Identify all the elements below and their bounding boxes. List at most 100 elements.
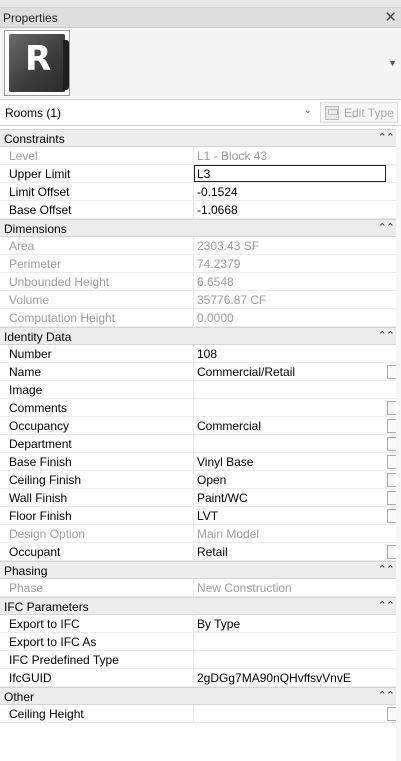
property-value: Open bbox=[197, 473, 227, 487]
close-icon[interactable]: ✕ bbox=[384, 9, 397, 27]
column-divider bbox=[193, 345, 194, 363]
property-label: IFC Predefined Type bbox=[9, 653, 119, 667]
column-divider bbox=[193, 525, 194, 543]
property-row-ceiling-finish[interactable]: Ceiling Finish Open bbox=[0, 471, 401, 489]
column-divider bbox=[193, 399, 194, 417]
property-label: Volume bbox=[9, 293, 50, 307]
property-value: Retail bbox=[197, 545, 228, 559]
property-value: New Construction bbox=[197, 581, 292, 595]
property-value: 0.0000 bbox=[197, 311, 234, 325]
type-selector-bar: Rooms (1) ⌄ Edit Type bbox=[0, 100, 401, 126]
logo-letter: R bbox=[25, 39, 52, 79]
collapse-icon[interactable]: ⌃⌃ bbox=[378, 563, 395, 576]
section-header-identity-data[interactable]: Identity Data ⌃⌃ bbox=[0, 327, 401, 345]
properties-grid: Constraints ⌃⌃ Level L1 - Block 43 Upper Lim… bbox=[0, 129, 401, 723]
family-thumbnail: R bbox=[4, 30, 70, 96]
property-value: Commercial/Retail bbox=[197, 365, 296, 379]
chevron-down-icon: ⌄ bbox=[303, 105, 312, 116]
property-value: 74.2379 bbox=[197, 257, 241, 271]
column-divider bbox=[193, 669, 194, 687]
property-label: Occupant bbox=[9, 545, 61, 559]
property-row-number[interactable]: Number 108 bbox=[0, 345, 401, 363]
edit-type-icon bbox=[325, 106, 339, 120]
section-title: Identity Data bbox=[4, 330, 72, 344]
property-row-limit-offset[interactable]: Limit Offset -0.1524 bbox=[0, 183, 401, 201]
property-row-unbounded-height: Unbounded Height 6.6548 bbox=[0, 273, 401, 291]
property-value: L1 - Block 43 bbox=[197, 149, 268, 163]
type-dropdown-arrow-icon[interactable]: ▼ bbox=[388, 58, 397, 68]
property-label: Wall Finish bbox=[9, 491, 68, 505]
properties-titlebar: Properties ✕ bbox=[0, 8, 401, 28]
collapse-icon[interactable]: ⌃⌃ bbox=[378, 689, 395, 702]
property-row-floor-finish[interactable]: Floor Finish LVT bbox=[0, 507, 401, 525]
property-row-name[interactable]: Name Commercial/Retail bbox=[0, 363, 401, 381]
column-divider bbox=[193, 435, 194, 453]
property-label: Ceiling Finish bbox=[9, 473, 82, 487]
property-label: Area bbox=[9, 239, 35, 253]
column-divider bbox=[193, 651, 194, 669]
collapse-icon[interactable]: ⌃⌃ bbox=[378, 131, 395, 144]
property-value: -0.1524 bbox=[197, 185, 238, 199]
column-divider bbox=[193, 705, 194, 723]
column-divider bbox=[193, 147, 194, 165]
window-title: Properties bbox=[3, 11, 58, 25]
column-divider bbox=[193, 291, 194, 309]
property-label: Limit Offset bbox=[9, 185, 70, 199]
properties-scrollbar[interactable] bbox=[396, 129, 401, 761]
section-header-constraints[interactable]: Constraints ⌃⌃ bbox=[0, 129, 401, 147]
column-divider bbox=[193, 453, 194, 471]
property-row-ifc-predefined-type[interactable]: IFC Predefined Type bbox=[0, 651, 401, 669]
property-row-comments[interactable]: Comments bbox=[0, 399, 401, 417]
column-divider bbox=[193, 273, 194, 291]
property-label: Upper Limit bbox=[9, 167, 71, 181]
property-label: Base Finish bbox=[9, 455, 72, 469]
property-label: Department bbox=[9, 437, 72, 451]
section-header-other[interactable]: Other ⌃⌃ bbox=[0, 687, 401, 705]
property-label: Comments bbox=[9, 401, 68, 415]
property-row-image[interactable]: Image bbox=[0, 381, 401, 399]
property-row-design-option: Design Option Main Model bbox=[0, 525, 401, 543]
property-row-base-finish[interactable]: Base Finish Vinyl Base bbox=[0, 453, 401, 471]
property-row-department[interactable]: Department bbox=[0, 435, 401, 453]
property-row-occupant[interactable]: Occupant Retail bbox=[0, 543, 401, 561]
collapse-icon[interactable]: ⌃⌃ bbox=[378, 329, 395, 342]
collapse-icon[interactable]: ⌃⌃ bbox=[378, 221, 395, 234]
property-label: Name bbox=[9, 365, 42, 379]
type-preview-area: R ▼ bbox=[0, 28, 401, 100]
section-header-ifc-parameters[interactable]: IFC Parameters ⌃⌃ bbox=[0, 597, 401, 615]
property-row-occupancy[interactable]: Occupancy Commercial bbox=[0, 417, 401, 435]
property-row-ceiling-height[interactable]: Ceiling Height bbox=[0, 705, 401, 723]
property-value: 108 bbox=[197, 347, 218, 361]
section-header-dimensions[interactable]: Dimensions ⌃⌃ bbox=[0, 219, 401, 237]
property-value-editor[interactable]: L3 bbox=[194, 165, 386, 182]
property-value: 35776.87 CF bbox=[197, 293, 267, 307]
collapse-icon[interactable]: ⌃⌃ bbox=[378, 599, 395, 612]
property-row-wall-finish[interactable]: Wall Finish Paint/WC bbox=[0, 489, 401, 507]
property-row-ifcguid[interactable]: IfcGUID 2gDGg7MA90nQHvffsvVnvE bbox=[0, 669, 401, 687]
column-divider bbox=[193, 309, 194, 327]
property-row-export-to-ifc-as[interactable]: Export to IFC As bbox=[0, 633, 401, 651]
property-label: Export to IFC As bbox=[9, 635, 97, 649]
property-label: Occupancy bbox=[9, 419, 70, 433]
column-divider bbox=[193, 633, 194, 651]
element-filter-dropdown[interactable]: Rooms (1) ⌄ bbox=[2, 102, 318, 123]
property-label: IfcGUID bbox=[9, 671, 52, 685]
property-row-export-to-ifc[interactable]: Export to IFC By Type bbox=[0, 615, 401, 633]
property-label: Design Option bbox=[9, 527, 86, 541]
column-divider bbox=[193, 471, 194, 489]
property-row-area: Area 2303.43 SF bbox=[0, 237, 401, 255]
edit-type-label: Edit Type bbox=[344, 106, 394, 120]
property-value: Main Model bbox=[197, 527, 260, 541]
property-row-base-offset[interactable]: Base Offset -1.0668 bbox=[0, 201, 401, 219]
section-title: Dimensions bbox=[4, 222, 67, 236]
column-divider bbox=[193, 381, 194, 399]
property-label: Number bbox=[9, 347, 52, 361]
property-row-phase: Phase New Construction bbox=[0, 579, 401, 597]
property-value: -1.0668 bbox=[197, 203, 238, 217]
edit-type-button[interactable]: Edit Type bbox=[320, 102, 398, 123]
column-divider bbox=[193, 579, 194, 597]
property-row-upper-limit[interactable]: Upper Limit L3 bbox=[0, 165, 401, 183]
property-value: Vinyl Base bbox=[197, 455, 254, 469]
property-row-level: Level L1 - Block 43 bbox=[0, 147, 401, 165]
section-header-phasing[interactable]: Phasing ⌃⌃ bbox=[0, 561, 401, 579]
